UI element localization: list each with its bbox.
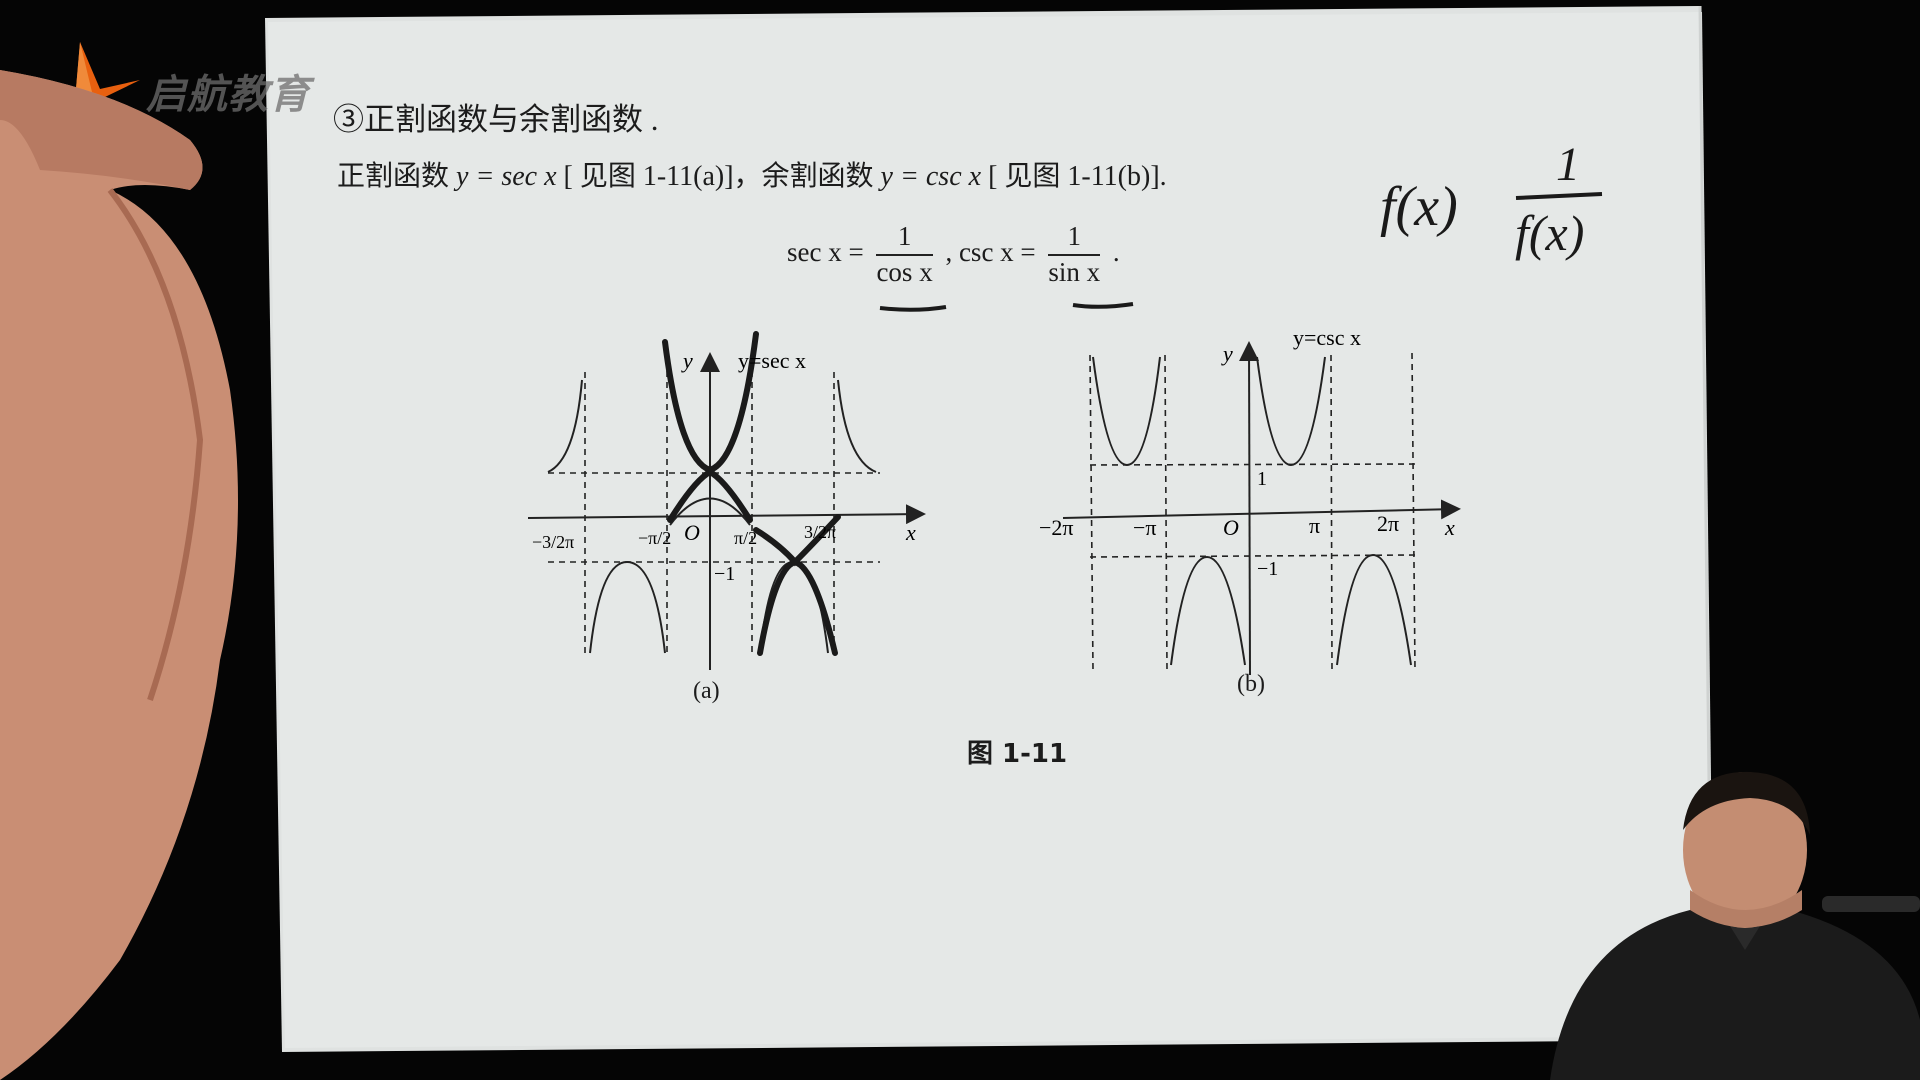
caption-b: (b)	[1237, 671, 1265, 697]
handwritten-den: f(x)	[1515, 205, 1584, 261]
sec-lhs: sec x =	[787, 236, 864, 267]
formula-end: .	[1112, 236, 1120, 267]
intro-part-1: 正割函数	[337, 161, 450, 192]
csc-denominator: sin x	[1048, 256, 1101, 287]
csc-fraction: 1 sin x	[1048, 220, 1101, 290]
asymptotes	[548, 360, 880, 655]
sec-denominator: cos x	[876, 256, 933, 287]
csc-lhs: , csc x =	[945, 236, 1036, 267]
y-axis	[1239, 341, 1260, 676]
x-axis-label: x	[905, 520, 916, 545]
minus-one-label: −1	[714, 563, 735, 585]
sec-numerator: 1	[876, 220, 933, 256]
tick-3pi-2: 3/2π	[804, 522, 836, 542]
definition-formula: sec x = 1 cos x , csc x = 1 sin x .	[787, 220, 1120, 290]
tick-neg-3pi-2: −3/2π	[532, 532, 574, 552]
tick-neg-2pi: −2π	[1039, 515, 1074, 540]
tick-pi-2: π/2	[734, 528, 757, 548]
tick-neg-pi: −π	[1133, 515, 1157, 540]
sec-curve-label: y=sec x	[738, 348, 806, 373]
tick-neg-pi-2: −π/2	[638, 528, 671, 548]
presenter-hand	[0, 70, 238, 1080]
y-axis-label: y	[681, 348, 693, 373]
csc-graph: y y=csc x x O −2π −π π 2π 1 −1	[1039, 325, 1461, 676]
handwritten-frac-bar	[1515, 192, 1603, 200]
intro-sentence: 正割函数 y = sec x [ 见图 1-11(a)]，余割函数 y = cs…	[337, 154, 1167, 194]
x-axis	[527, 504, 926, 525]
video-frame: 启航教育 ③正割函数与余割函数 . 正割函数 y = sec x [ 见图 1-…	[0, 0, 1920, 1080]
x-axis-label: x	[1444, 515, 1455, 540]
sec-graph: y y=sec x x O −3/2π −π/2 π/2 3/2π −1	[527, 331, 926, 670]
presenter-figure	[1550, 771, 1920, 1080]
sec-fraction: 1 cos x	[876, 220, 933, 290]
intro-part-2: [ 见图 1-11(a)]，余割函数	[563, 161, 874, 192]
intro-part-3: [ 见图 1-11(b)].	[988, 161, 1167, 192]
origin-label: O	[684, 520, 700, 545]
figure-caption: 图 1-11	[967, 739, 1068, 769]
y-axis-label: y	[1221, 341, 1233, 366]
one-label: 1	[1257, 468, 1267, 490]
csc-function: y = csc x	[880, 161, 982, 192]
tick-pi: π	[1309, 513, 1320, 538]
handwritten-num: 1	[1556, 138, 1580, 191]
section-title: ③正割函数与余割函数 .	[333, 102, 659, 137]
csc-numerator: 1	[1048, 220, 1101, 256]
origin-label: O	[1223, 515, 1239, 540]
csc-curve-label: y=csc x	[1293, 325, 1361, 350]
handwritten-fx: f(x)	[1380, 176, 1458, 238]
caption-a: (a)	[693, 678, 720, 704]
sec-function: y = sec x	[456, 161, 557, 192]
minus-one-label: −1	[1257, 558, 1278, 580]
tick-2pi: 2π	[1377, 511, 1399, 536]
